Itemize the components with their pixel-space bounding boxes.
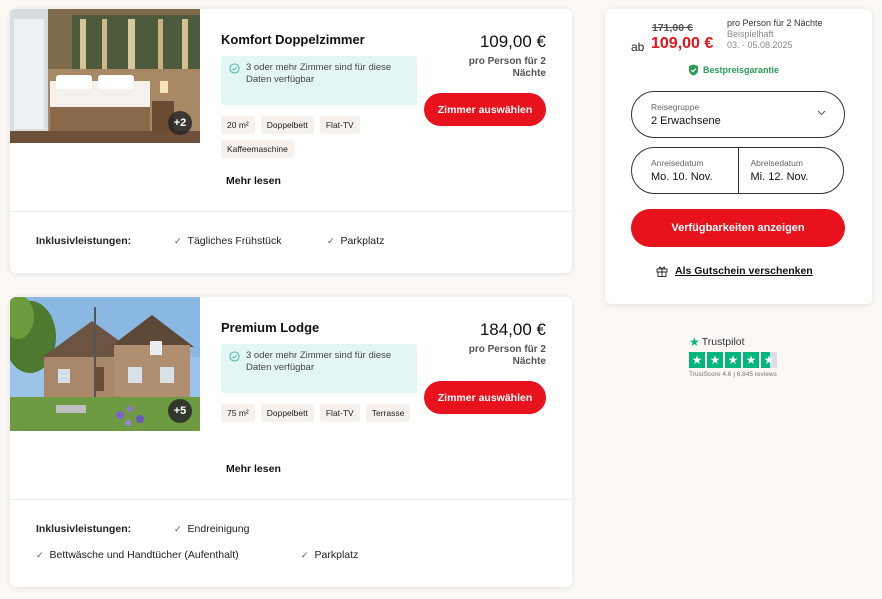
field-value: 2 Erwachsene [651, 115, 721, 127]
availability-notice: 3 oder mehr Zimmer sind für diese Daten … [221, 56, 417, 105]
room-card-komfort: +2 Komfort Doppelzimmer 3 oder mehr Zimm… [10, 9, 572, 273]
inclusion-item: ✓ Parkplatz [301, 549, 359, 561]
price-note-line: Beispielhaft [727, 29, 774, 39]
feature-tag: 75 m² [221, 404, 255, 422]
select-room-button[interactable]: Zimmer auswählen [424, 381, 546, 414]
inclusion-item: ✓ Bettwäsche und Handtücher (Aufenthalt) [36, 549, 239, 561]
check-icon: ✓ [174, 236, 182, 246]
departure-date-field[interactable]: Abreisedatum Mi. 12. Nov. [737, 148, 844, 193]
inclusion-item: ✓ Parkplatz [327, 235, 385, 247]
field-value: Mi. 12. Nov. [750, 171, 809, 183]
price-amount: 184,00 € [479, 320, 546, 339]
price-from-label: ab [631, 40, 645, 54]
room-price: 184,00 € pro Person für 2 Nächte [460, 320, 546, 368]
feature-tag: Kaffeemaschine [221, 140, 294, 158]
check-icon: ✓ [36, 550, 44, 560]
gift-icon [656, 266, 668, 277]
inclusions-label: Inklusivleistungen: [36, 235, 132, 247]
trustpilot-name: Trustpilot [701, 336, 745, 348]
inclusion-item: ✓ Endreinigung [174, 523, 250, 535]
star-icon: ★ [707, 352, 723, 368]
star-icon: ★ [689, 335, 700, 349]
room-features: 20 m² Doppelbett Flat-TV Kaffeemaschine [221, 116, 431, 158]
availability-text: 3 oder mehr Zimmer sind für diese Daten … [246, 350, 392, 373]
availability-text: 3 oder mehr Zimmer sind für diese Daten … [246, 62, 392, 85]
best-price-guarantee: Bestpreisgarantie [688, 64, 779, 76]
check-circle-icon [229, 63, 240, 74]
trustpilot-stars: ★ ★ ★ ★ ★ [689, 352, 777, 368]
field-value: Mo. 10. Nov. [651, 171, 713, 183]
feature-tag: Terrasse [365, 404, 411, 422]
inclusion-item: ✓ Tägliches Frühstück [174, 235, 282, 247]
gift-voucher-link[interactable]: Als Gutschein verschenken [656, 265, 813, 277]
feature-tag: 20 m² [221, 116, 255, 134]
divider [10, 499, 572, 500]
star-icon: ★ [725, 352, 741, 368]
star-icon: ★ [689, 352, 705, 368]
trustpilot-logo: ★ Trustpilot [689, 335, 777, 349]
availability-notice: 3 oder mehr Zimmer sind für diese Daten … [221, 344, 417, 393]
price-note-line: pro Person für 2 Nächte [727, 18, 823, 28]
read-more-link[interactable]: Mehr lesen [226, 463, 281, 475]
arrival-date-field[interactable]: Anreisedatum Mo. 10. Nov. [632, 148, 738, 193]
price-note: pro Person für 2 Nächte [468, 344, 546, 367]
divider [10, 211, 572, 212]
check-icon: ✓ [327, 236, 335, 246]
feature-tag: Flat-TV [319, 404, 360, 422]
price-note: pro Person für 2 Nächte [468, 56, 546, 79]
field-label: Reisegruppe [651, 102, 700, 112]
room-card-premium-lodge: +5 Premium Lodge 3 oder mehr Zimmer sind… [10, 297, 572, 587]
star-icon: ★ [743, 352, 759, 368]
check-icon: ✓ [174, 524, 182, 534]
price-note: pro Person für 2 Nächte Beispielhaft 03.… [727, 18, 823, 51]
room-price: 109,00 € pro Person für 2 Nächte [460, 32, 546, 80]
trustpilot-score: TrustScore 4.6 | 6,845 reviews [689, 371, 777, 378]
shield-check-icon [689, 64, 698, 76]
feature-tag: Doppelbett [260, 116, 314, 134]
more-photos-badge[interactable]: +2 [168, 111, 192, 135]
check-icon: ✓ [301, 550, 309, 560]
inclusions-label: Inklusivleistungen: [36, 523, 132, 535]
show-availability-button[interactable]: Verfügbarkeiten anzeigen [631, 209, 845, 247]
room-title: Premium Lodge [221, 320, 320, 335]
more-photos-badge[interactable]: +5 [168, 399, 192, 423]
trustpilot-widget[interactable]: ★ Trustpilot ★ ★ ★ ★ ★ TrustScore 4.6 | 6… [689, 335, 777, 378]
room-title: Komfort Doppelzimmer [221, 32, 365, 47]
voucher-link-label: Als Gutschein verschenken [675, 265, 813, 277]
half-star-icon: ★ [761, 352, 777, 368]
price-amount: 109,00 € [479, 32, 546, 51]
price-note-line: 03. - 05.08.2025 [727, 40, 793, 50]
guarantee-label: Bestpreisgarantie [703, 65, 780, 75]
chevron-down-icon [817, 110, 826, 116]
current-price: 109,00 € [651, 35, 714, 52]
booking-panel: 171,00 € ab 109,00 € pro Person für 2 Nä… [605, 9, 872, 304]
original-price: 171,00 € [652, 22, 693, 34]
feature-tag: Flat-TV [319, 116, 360, 134]
field-label: Anreisedatum [651, 158, 704, 168]
room-photo[interactable]: +2 [10, 9, 200, 143]
room-features: 75 m² Doppelbett Flat-TV Terrasse [221, 404, 431, 422]
travel-group-select[interactable]: Reisegruppe 2 Erwachsene [631, 91, 845, 138]
field-label: Abreisedatum [750, 158, 803, 168]
feature-tag: Doppelbett [260, 404, 314, 422]
read-more-link[interactable]: Mehr lesen [226, 175, 281, 187]
room-photo[interactable]: +5 [10, 297, 200, 431]
select-room-button[interactable]: Zimmer auswählen [424, 93, 546, 126]
date-range-field: Anreisedatum Mo. 10. Nov. Abreisedatum M… [631, 147, 844, 194]
check-circle-icon [229, 351, 240, 362]
